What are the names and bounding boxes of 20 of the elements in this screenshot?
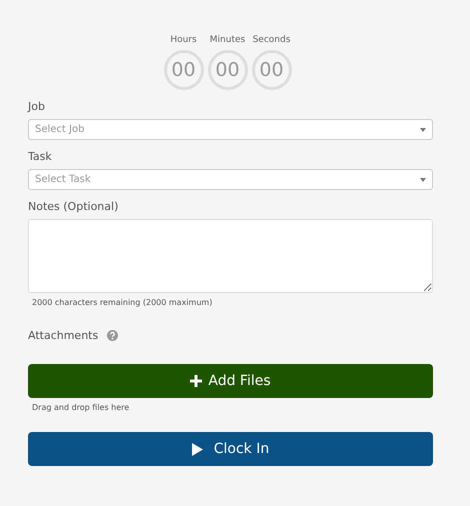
- field-label: Task: [28, 150, 53, 164]
- timer-digits: 00: [252, 50, 292, 90]
- plus-icon: [190, 375, 202, 387]
- clock-in-button[interactable]: Clock In: [28, 432, 433, 466]
- field-label: Notes (Optional): [28, 200, 120, 214]
- help-icon[interactable]: [107, 330, 118, 341]
- timer-digits: 00: [208, 50, 248, 90]
- timer-label: Seconds: [252, 34, 290, 46]
- field-label: Attachments: [28, 329, 98, 342]
- add-files-button[interactable]: Add Files: [28, 364, 433, 398]
- timer-digits: 00: [164, 50, 204, 90]
- notes-field[interactable]: [28, 219, 433, 293]
- field-label: Job: [28, 100, 46, 114]
- play-icon: [192, 442, 203, 456]
- caret-icon: [420, 128, 426, 132]
- character-counter: 2000 characters remaining (2000 maximum): [32, 298, 214, 307]
- drop-hint: Drag and drop files here: [32, 403, 130, 412]
- timer-label: Minutes: [210, 34, 246, 46]
- caret-icon: [420, 178, 426, 182]
- timer-label: Hours: [170, 34, 197, 46]
